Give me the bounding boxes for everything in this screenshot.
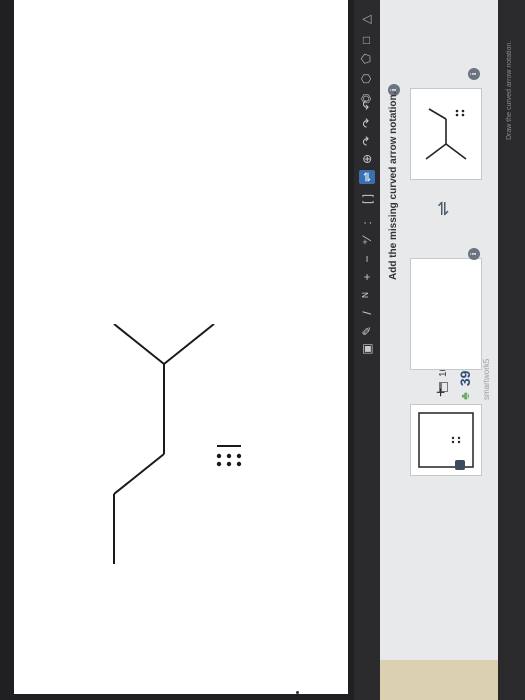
lone-pair-button[interactable]: :	[359, 216, 375, 230]
pencil-button[interactable]: ✎	[359, 324, 375, 338]
lock-icon	[455, 460, 465, 470]
ring-templates: △ □ ⬠ ⬡ ⏣	[356, 4, 378, 164]
single-bond-button[interactable]: /	[359, 306, 375, 320]
cyclobutane-icon[interactable]: □	[359, 37, 373, 44]
second-product-molecule	[418, 412, 474, 468]
equilibrium-arrow-icon: ⇌	[433, 200, 453, 216]
product-card[interactable]	[410, 258, 482, 370]
screen: Draw the curved arrow notation. smartwor…	[0, 0, 525, 700]
plus-sign: +	[433, 387, 450, 397]
second-product-card[interactable]	[410, 404, 482, 476]
bracket-button[interactable]: [ ]	[359, 188, 375, 210]
minus-charge-button[interactable]: −	[359, 252, 375, 266]
bond-tool-button[interactable]: ⇌	[359, 170, 375, 184]
cyclopropane-icon[interactable]: △	[359, 15, 373, 24]
select-button[interactable]: ▣	[359, 342, 375, 356]
smartwork-window: Draw the curved arrow notation. smartwor…	[0, 0, 525, 700]
product-info-icon[interactable]: i	[468, 248, 480, 260]
reactant-card[interactable]	[410, 88, 482, 180]
main-molecule	[113, 324, 242, 564]
reactant-info-icon[interactable]: i	[468, 68, 480, 80]
instruction-text: Add the missing curved arrow notation.	[388, 91, 399, 280]
title-bar: Draw the curved arrow notation.	[498, 0, 525, 700]
cursor-dot	[296, 691, 299, 694]
benzene-icon[interactable]: ⏣	[359, 94, 373, 104]
drawing-canvas[interactable]	[14, 0, 348, 694]
cyclohexane-icon[interactable]: ⬡	[359, 74, 373, 84]
progress-leaf-icon: ♣	[458, 392, 472, 400]
app-name: smartwork5	[482, 358, 491, 400]
radical-button[interactable]: ⁺⁄	[359, 234, 375, 248]
canvas-frame	[0, 0, 354, 700]
plus-charge-button[interactable]: +	[359, 270, 375, 284]
reactant-molecule	[425, 108, 467, 160]
cyclopentane-icon[interactable]: ⬠	[359, 54, 373, 64]
element-button[interactable]: ᴺ	[359, 288, 375, 302]
app-brand: smartwork5	[480, 320, 498, 400]
window-title: Draw the curved arrow notation.	[506, 40, 513, 140]
